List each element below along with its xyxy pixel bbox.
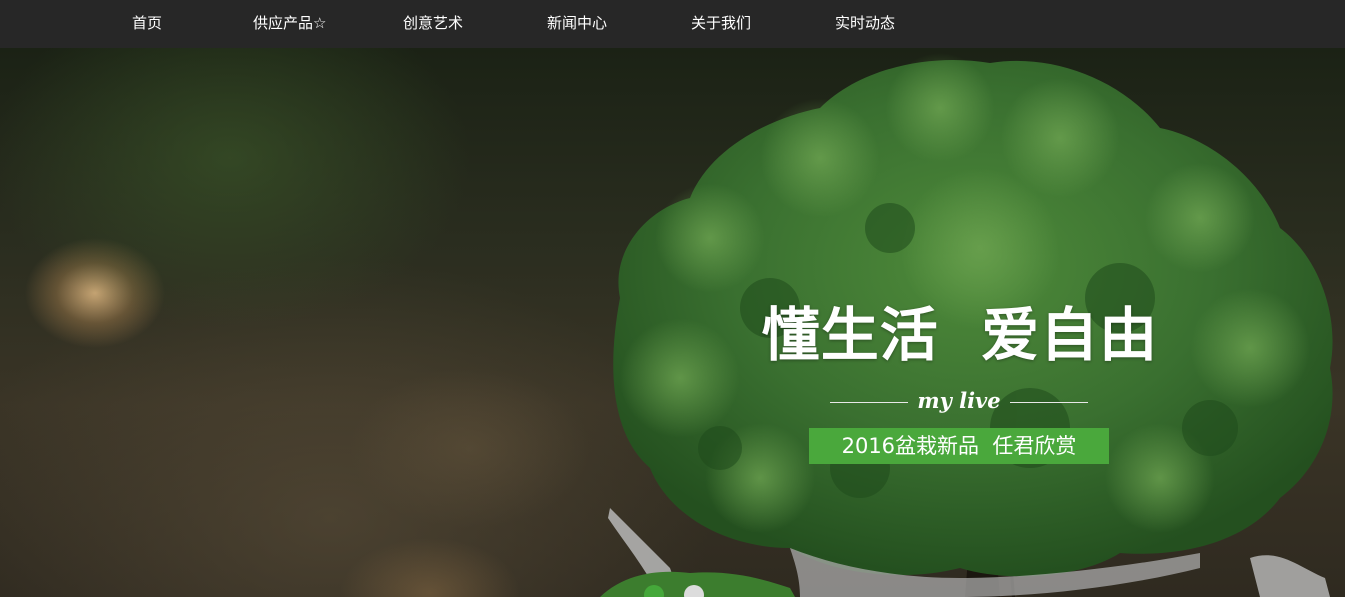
nav-item-live-updates[interactable]: 实时动态 [835,0,895,48]
hero-subtitle-text: my live [917,388,1001,413]
nav-item-creative-art[interactable]: 创意艺术 [403,0,463,48]
hero-subtitle: my live [830,386,1088,416]
subtitle-divider-left [830,402,908,403]
nav-item-home[interactable]: 首页 [132,0,162,48]
subtitle-divider-right [1010,402,1088,403]
nav-item-supply-products[interactable]: 供应产品☆ [253,0,326,48]
hero-banner: 懂生活 爱自由 my live 2016盆栽新品 任君欣赏 [0,48,1345,597]
hero-tag-banner: 2016盆栽新品 任君欣赏 [809,428,1109,464]
nav-item-news-center[interactable]: 新闻中心 [547,0,607,48]
nav-item-about-us[interactable]: 关于我们 [691,0,751,48]
hero-title: 懂生活 爱自由 [761,301,1159,369]
top-navigation-bar: 首页 供应产品☆ 创意艺术 新闻中心 关于我们 实时动态 [0,0,1345,48]
